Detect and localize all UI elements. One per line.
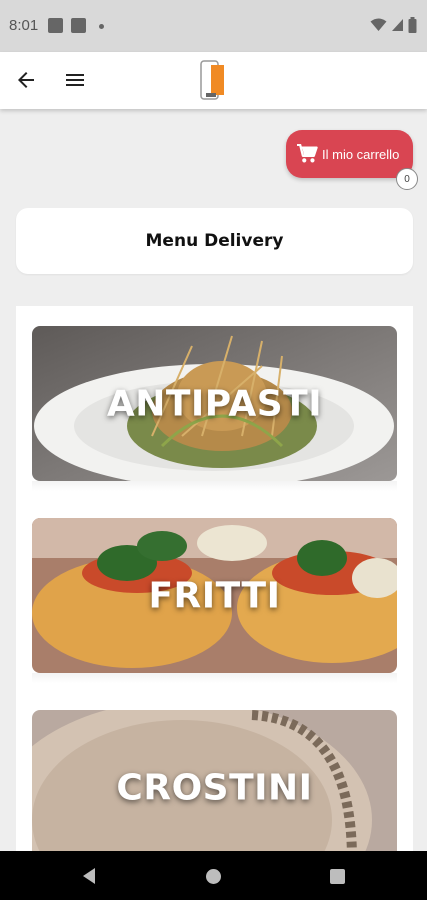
system-nav-bar (0, 851, 427, 900)
category-label: CROSTINI (116, 767, 313, 808)
card-divider (32, 481, 397, 491)
card-divider (32, 673, 397, 683)
category-card-fritti[interactable]: FRITTI (32, 518, 397, 673)
cart-icon (297, 144, 318, 163)
nav-back-icon[interactable] (80, 867, 98, 885)
notification-icon (71, 18, 86, 33)
cart-button-label: Il mio carrello (322, 146, 400, 162)
arrow-left-icon[interactable] (14, 68, 38, 92)
category-label: FRITTI (148, 575, 281, 616)
status-bar: 8:01 (0, 0, 427, 52)
battery-icon (408, 17, 417, 33)
signal-icon (392, 19, 403, 31)
nav-recent-apps-icon[interactable] (330, 869, 345, 884)
page-title: Menu Delivery (145, 231, 284, 251)
cart-count-badge: 0 (396, 168, 418, 190)
app-logo (200, 60, 224, 100)
menu-title-card: Menu Delivery (16, 208, 413, 274)
wifi-icon (370, 18, 387, 31)
hamburger-menu-icon[interactable] (63, 68, 87, 92)
category-card-antipasti[interactable]: ANTIPASTI (32, 326, 397, 481)
app-bar (0, 52, 427, 109)
category-card-crostini[interactable]: CROSTINI (32, 710, 397, 865)
status-time: 8:01 (9, 17, 39, 34)
category-label: ANTIPASTI (106, 383, 323, 424)
more-notifications-icon (99, 24, 104, 29)
notification-icon (48, 18, 63, 33)
cart-button[interactable]: Il mio carrello (286, 130, 413, 178)
nav-home-icon[interactable] (206, 869, 221, 884)
